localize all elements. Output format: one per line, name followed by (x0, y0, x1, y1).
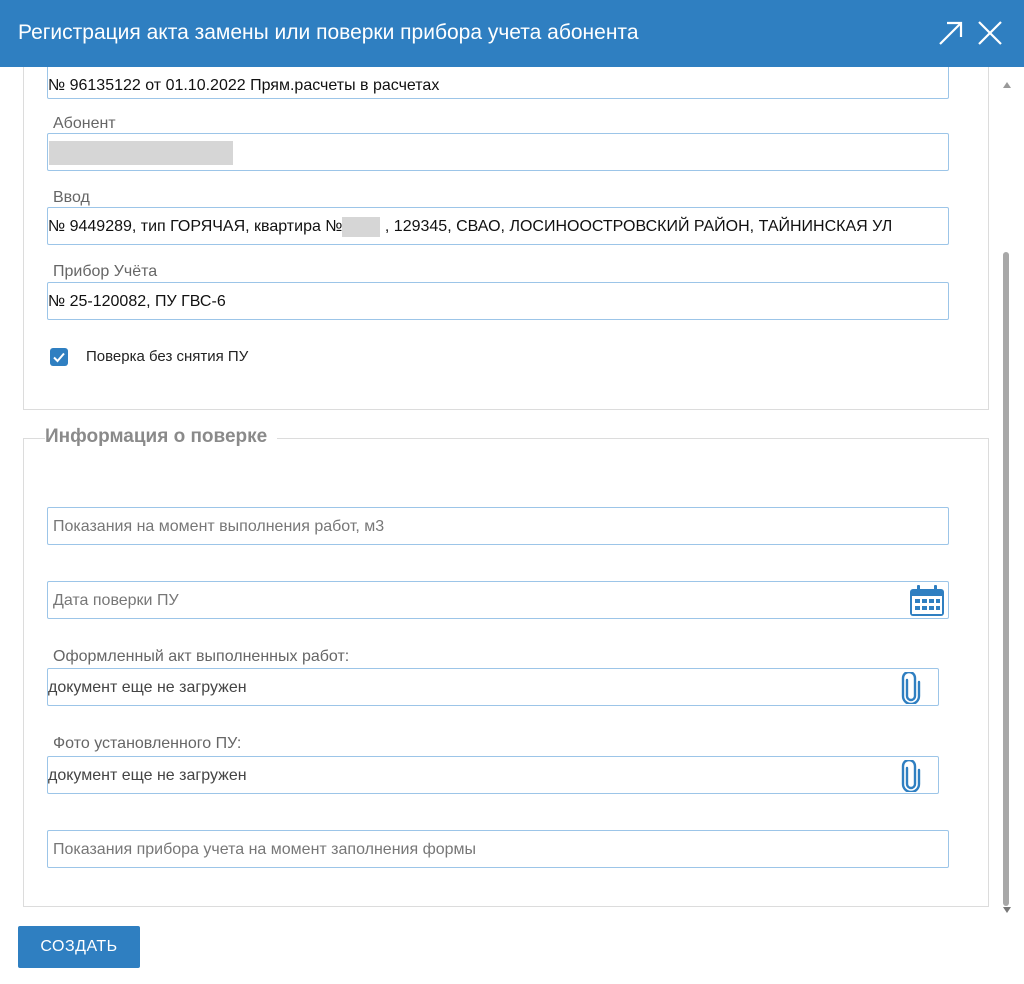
subscriber-redacted (49, 140, 233, 165)
input-label: Ввод (53, 189, 90, 206)
photo-value: документ еще не загружен (48, 767, 247, 784)
meter-label: Прибор Учёта (53, 263, 158, 280)
verification-checkbox[interactable] (50, 348, 68, 366)
photo-upload-field[interactable]: документ еще не загружен (47, 756, 939, 794)
act-upload-field[interactable]: документ еще не загружен (47, 668, 939, 706)
act-label: Оформленный акт выполненных работ: (53, 648, 350, 665)
photo-label: Фото установленного ПУ: (53, 735, 242, 752)
subscriber-input[interactable] (47, 133, 949, 171)
create-button[interactable]: СОЗДАТЬ (18, 926, 140, 968)
meter-value: № 25-120082, ПУ ГВС-6 (48, 293, 226, 310)
expand-icon[interactable] (936, 18, 966, 48)
verification-checkbox-label: Поверка без снятия ПУ (86, 348, 249, 365)
subscriber-label: Абонент (53, 115, 116, 132)
form-readings-placeholder: Показания прибора учета на момент заполн… (53, 841, 477, 858)
verification-date-input[interactable]: Дата поверки ПУ (47, 581, 949, 619)
paperclip-icon[interactable] (896, 672, 926, 704)
date-placeholder: Дата поверки ПУ (53, 592, 179, 609)
verification-legend: Информация о поверке (45, 426, 278, 448)
input-value-prefix: № 9449289, тип ГОРЯЧАЯ, квартира № (48, 218, 343, 235)
calendar-icon[interactable] (908, 584, 946, 618)
dialog-title: Регистрация акта замены или поверки приб… (18, 21, 639, 44)
scroll-up-arrow-icon[interactable] (1002, 81, 1012, 89)
readings-input[interactable]: Показания на момент выполнения работ, м3 (47, 507, 949, 545)
input-value-suffix: , 129345, СВАО, ЛОСИНООСТРОВСКИЙ РАЙОН, … (380, 218, 893, 235)
scroll-down-arrow-icon[interactable] (1002, 906, 1012, 914)
readings-placeholder: Показания на момент выполнения работ, м3 (53, 518, 385, 535)
check-icon (53, 352, 65, 363)
meter-input[interactable]: № 25-120082, ПУ ГВС-6 (47, 282, 949, 320)
prev-field-value: № 96135122 от 01.10.2022 Прям.расчеты в … (48, 77, 440, 94)
input-field[interactable]: № 9449289, тип ГОРЯЧАЯ, квартира № , 129… (47, 207, 949, 245)
prev-field-input[interactable]: № 96135122 от 01.10.2022 Прям.расчеты в … (47, 67, 949, 99)
scrollbar-thumb[interactable] (1003, 252, 1009, 906)
dialog-content: № 96135122 от 01.10.2022 Прям.расчеты в … (0, 67, 1000, 920)
form-readings-input[interactable]: Показания прибора учета на момент заполн… (47, 830, 949, 868)
paperclip-icon[interactable] (896, 760, 926, 792)
act-value: документ еще не загружен (48, 679, 247, 696)
close-icon[interactable] (975, 18, 1005, 48)
dialog-titlebar: Регистрация акта замены или поверки приб… (0, 0, 1024, 67)
apartment-redacted (342, 216, 381, 237)
